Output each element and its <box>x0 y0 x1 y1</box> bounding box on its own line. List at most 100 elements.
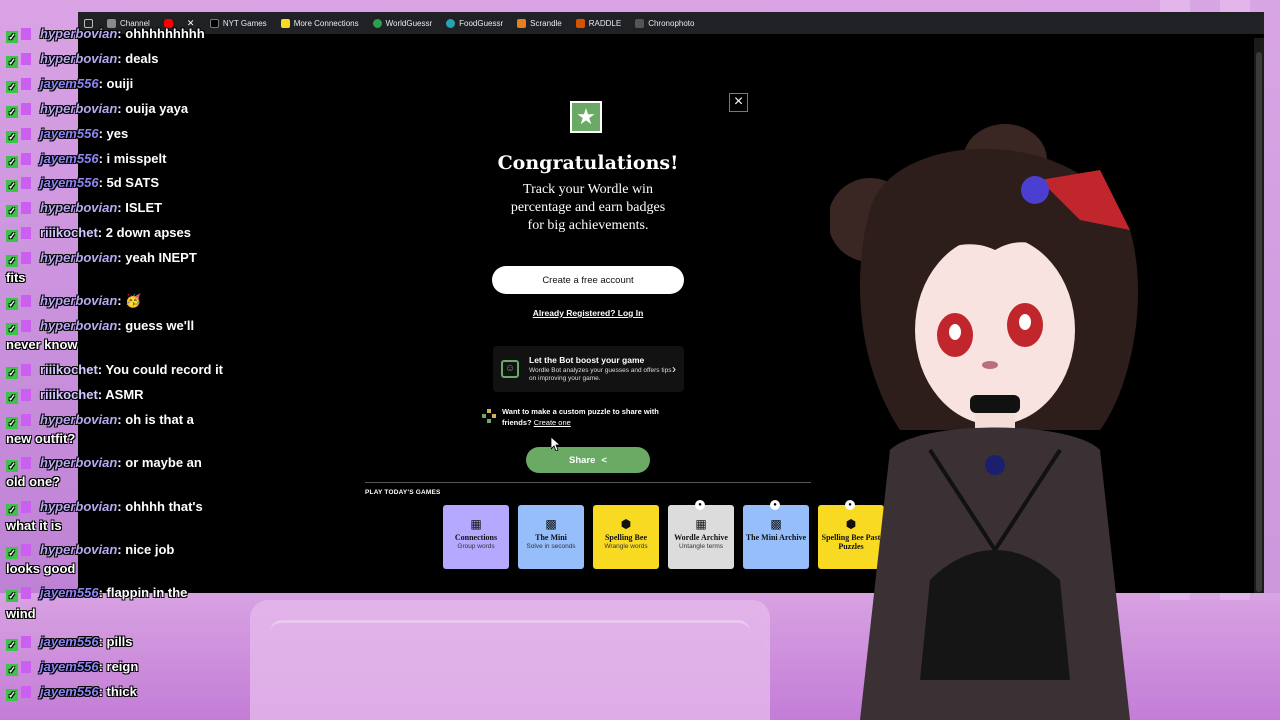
chat-badges: ✓ <box>6 455 40 472</box>
chat-text: yes <box>106 126 129 141</box>
sub-badge-icon <box>21 28 31 40</box>
chevron-right-icon: › <box>672 362 676 376</box>
chat-username[interactable]: jayem556 <box>40 634 99 649</box>
bookmark-worldguessr[interactable]: WorldGuessr <box>372 18 432 28</box>
chronophoto-icon <box>635 18 645 28</box>
chat-username[interactable]: riiikochet <box>40 387 98 402</box>
close-button[interactable]: × <box>729 93 748 112</box>
chat-username[interactable]: jayem556 <box>40 585 99 600</box>
chat-username[interactable]: jayem556 <box>40 76 99 91</box>
chat-username[interactable]: jayem556 <box>40 175 99 190</box>
chat-text: ISLET <box>125 200 163 215</box>
chat-message: what it is <box>6 518 62 533</box>
chat-username[interactable]: hyperbovian <box>40 250 117 265</box>
sub-badge-icon <box>21 544 31 556</box>
chat-separator: : <box>97 362 106 377</box>
chat-text: ohhhh that's <box>125 499 203 514</box>
verified-badge-icon: ✓ <box>6 639 18 651</box>
chat-text: fits <box>6 270 26 285</box>
bookmark-scrandle[interactable]: Scrandle <box>517 18 562 28</box>
login-link[interactable]: Already Registered? Log In <box>510 308 666 318</box>
verified-badge-icon: ✓ <box>6 106 18 118</box>
chat-username[interactable]: hyperbovian <box>40 200 117 215</box>
game-card-mini-archive[interactable]: ● ▩ The Mini Archive <box>743 500 809 569</box>
chat-message: ✓ hyperbovian: yeah INEPT <box>6 250 197 267</box>
verified-badge-icon: ✓ <box>6 392 18 404</box>
sub-badge-icon <box>21 661 31 673</box>
chat-text: new outfit? <box>6 431 76 446</box>
verified-badge-icon: ✓ <box>6 547 18 559</box>
chat-username[interactable]: jayem556 <box>40 684 99 699</box>
chat-separator: : <box>98 585 107 600</box>
chat-text: flappin in the <box>106 585 188 600</box>
chat-message: fits <box>6 270 26 285</box>
sub-badge-icon <box>21 414 31 426</box>
chat-message: ✓ riiikochet: 2 down apses <box>6 225 191 242</box>
game-card-connections[interactable]: ▦ Connections Group words <box>443 505 509 569</box>
chat-badges: ✓ <box>6 542 40 559</box>
share-button[interactable]: Share < <box>526 447 650 473</box>
chat-text: i misspelt <box>106 151 167 166</box>
chat-badges: ✓ <box>6 151 40 168</box>
wordle-bot-card[interactable]: ☺ Let the Bot boost your game Wordle Bot… <box>493 346 684 392</box>
chat-text: ASMR <box>105 387 144 402</box>
chat-username[interactable]: hyperbovian <box>40 499 117 514</box>
chat-separator: : <box>98 76 107 91</box>
sub-badge-icon <box>21 587 31 599</box>
bookmark-chronophoto[interactable]: Chronophoto <box>635 18 694 28</box>
close-icon: × <box>733 93 744 110</box>
chat-badges: ✓ <box>6 387 40 404</box>
chat-message: wind <box>6 606 36 621</box>
bookmark-foodguessr[interactable]: FoodGuessr <box>446 18 503 28</box>
chat-username[interactable]: jayem556 <box>40 659 99 674</box>
bookmark-raddle[interactable]: RADDLE <box>575 18 621 28</box>
chat-username[interactable]: jayem556 <box>40 126 99 141</box>
game-card-wordle-archive[interactable]: ● ▦ Wordle Archive Untangle terms <box>668 500 734 569</box>
chat-username[interactable]: hyperbovian <box>40 318 117 333</box>
chat-message: ✓ hyperbovian: or maybe an <box>6 455 202 472</box>
chat-username[interactable]: hyperbovian <box>40 455 117 470</box>
chat-username[interactable]: hyperbovian <box>40 542 117 557</box>
chat-username[interactable]: riiikochet <box>40 225 98 240</box>
scrollbar-thumb[interactable] <box>1256 52 1262 592</box>
chat-username[interactable]: hyperbovian <box>40 101 117 116</box>
chat-message: ✓ hyperbovian: nice job <box>6 542 174 559</box>
chat-username[interactable]: hyperbovian <box>40 51 117 66</box>
create-account-button[interactable]: Create a free account <box>492 266 684 294</box>
chat-badges: ✓ <box>6 26 40 43</box>
chat-username[interactable]: hyperbovian <box>40 293 117 308</box>
chat-username[interactable]: hyperbovian <box>40 412 117 427</box>
star-icon: ★ <box>570 101 602 133</box>
chat-message: ✓ hyperbovian: oh is that a <box>6 412 194 429</box>
chat-username[interactable]: riiikochet <box>40 362 98 377</box>
chat-text: 2 down apses <box>105 225 191 240</box>
chat-message: ✓ hyperbovian: ohhhh that's <box>6 499 203 516</box>
bot-description: Wordle Bot analyzes your guesses and off… <box>529 367 672 382</box>
verified-badge-icon: ✓ <box>6 131 18 143</box>
game-card-the-mini[interactable]: ▩ The Mini Solve in seconds <box>518 505 584 569</box>
chat-username[interactable]: jayem556 <box>40 151 99 166</box>
verified-badge-icon: ✓ <box>6 298 18 310</box>
chat-message: ✓ riiikochet: You could record it <box>6 362 223 379</box>
bookmark-more-connections[interactable]: More Connections <box>280 18 359 28</box>
chat-message: ✓ hyperbovian: guess we'll <box>6 318 194 335</box>
sub-badge-icon <box>21 177 31 189</box>
verified-badge-icon: ✓ <box>6 180 18 192</box>
verified-badge-icon: ✓ <box>6 367 18 379</box>
chat-text: thick <box>106 684 137 699</box>
create-one-link[interactable]: Create one <box>534 418 571 427</box>
chat-message: ✓ jayem556: flappin in the <box>6 585 187 602</box>
verified-badge-icon: ✓ <box>6 504 18 516</box>
game-card-spelling-bee[interactable]: ⬢ Spelling Bee Wrangle words <box>593 505 659 569</box>
chat-text: wind <box>6 606 36 621</box>
chat-badges: ✓ <box>6 585 40 602</box>
sub-badge-icon <box>21 457 31 469</box>
chat-message: looks good <box>6 561 75 576</box>
chat-username[interactable]: hyperbovian <box>40 26 117 41</box>
chat-badges: ✓ <box>6 499 40 516</box>
chat-message: ✓ jayem556: thick <box>6 684 137 701</box>
scrollbar[interactable] <box>1254 38 1264 593</box>
chat-message: ✓ jayem556: i misspelt <box>6 151 166 168</box>
mini-icon: ▩ <box>545 517 557 531</box>
chat-message: ✓ hyperbovian: 🥳 <box>6 293 141 310</box>
